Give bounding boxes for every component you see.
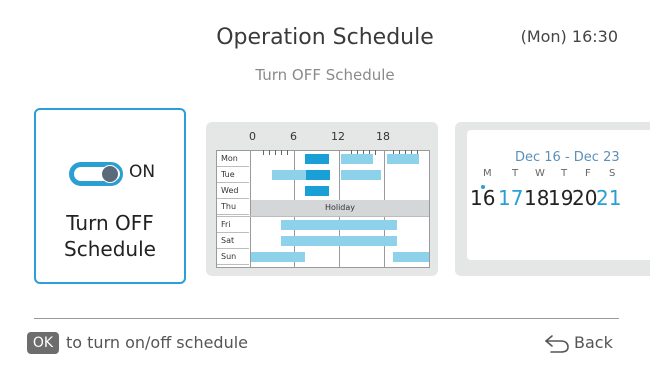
- day-label: Wed: [217, 183, 249, 199]
- date-range: Dec 16 - Dec 23: [515, 150, 620, 165]
- card-label-line2: Schedule: [64, 237, 156, 261]
- weekday-label: F: [585, 168, 591, 179]
- hour-tick: 18: [376, 130, 390, 143]
- minor-tick: [287, 150, 288, 155]
- day-label: Tue: [217, 167, 249, 183]
- hour-tick: 12: [331, 130, 345, 143]
- schedule-bar: [387, 154, 419, 164]
- hour-tick: 6: [290, 130, 297, 143]
- clock: (Mon) 16:30: [520, 27, 618, 46]
- schedule-bar: [341, 170, 381, 180]
- schedule-bar: [281, 236, 397, 246]
- minor-tick: [263, 150, 264, 155]
- toggle-knob: [101, 165, 119, 183]
- calendar-date: 20: [572, 186, 598, 210]
- schedule-grid: Mon Tue Wed Thu Fri Sat Sun Holiday: [216, 150, 430, 268]
- calendar-date: 21: [596, 186, 622, 210]
- calendar-panel: Dec 16 - Dec 23 M T W T F S 16 17 18 19 …: [467, 130, 650, 260]
- schedule-bar: [251, 252, 305, 262]
- calendar-date: 16: [470, 186, 496, 210]
- back-arrow-icon[interactable]: [542, 332, 570, 354]
- weekday-label: S: [609, 168, 616, 179]
- weekday-label: W: [535, 168, 545, 179]
- holiday-band: Holiday: [251, 200, 429, 216]
- minor-tick: [281, 150, 282, 155]
- ok-key-badge: OK: [27, 332, 59, 354]
- weekday-label: T: [561, 168, 568, 179]
- day-label: Fri: [217, 217, 249, 233]
- turn-off-schedule-card[interactable]: ON Turn OFF Schedule: [34, 108, 186, 284]
- schedule-bar: [305, 186, 329, 196]
- schedule-toggle[interactable]: [69, 162, 123, 186]
- weekly-schedule-card[interactable]: 0 6 12 18 Mon Tue Wed Thu Fri Sat Sun Ho…: [206, 122, 438, 276]
- hour-tick: 0: [249, 130, 256, 143]
- minor-tick: [275, 150, 276, 155]
- card-label: Turn OFF Schedule: [36, 210, 184, 262]
- weekday-label: T: [512, 168, 519, 179]
- schedule-bar: [306, 170, 330, 180]
- minor-tick: [269, 150, 270, 155]
- day-label: Sun: [217, 249, 249, 265]
- calendar-date: 18: [524, 186, 550, 210]
- schedule-bar: [393, 252, 429, 262]
- page-subtitle: Turn OFF Schedule: [255, 66, 395, 84]
- toggle-state-label: ON: [129, 162, 156, 182]
- footer-divider: [34, 318, 619, 319]
- day-label: Mon: [217, 151, 249, 167]
- calendar-date: 17: [498, 186, 524, 210]
- ok-hint-text: to turn on/off schedule: [66, 333, 249, 352]
- card-label-line1: Turn OFF: [66, 211, 154, 235]
- calendar-card[interactable]: Dec 16 - Dec 23 M T W T F S 16 17 18 19 …: [455, 122, 650, 276]
- schedule-bar: [341, 154, 373, 164]
- back-button[interactable]: Back: [574, 333, 613, 352]
- schedule-bar: [305, 154, 329, 164]
- grid-line: [217, 216, 429, 217]
- schedule-bar: [281, 220, 397, 230]
- weekday-label: M: [483, 168, 492, 179]
- minor-tick: [375, 150, 376, 155]
- day-label: Sat: [217, 233, 249, 249]
- calendar-date: 19: [548, 186, 574, 210]
- schedule-bar: [272, 170, 306, 180]
- day-label: Thu: [217, 199, 249, 215]
